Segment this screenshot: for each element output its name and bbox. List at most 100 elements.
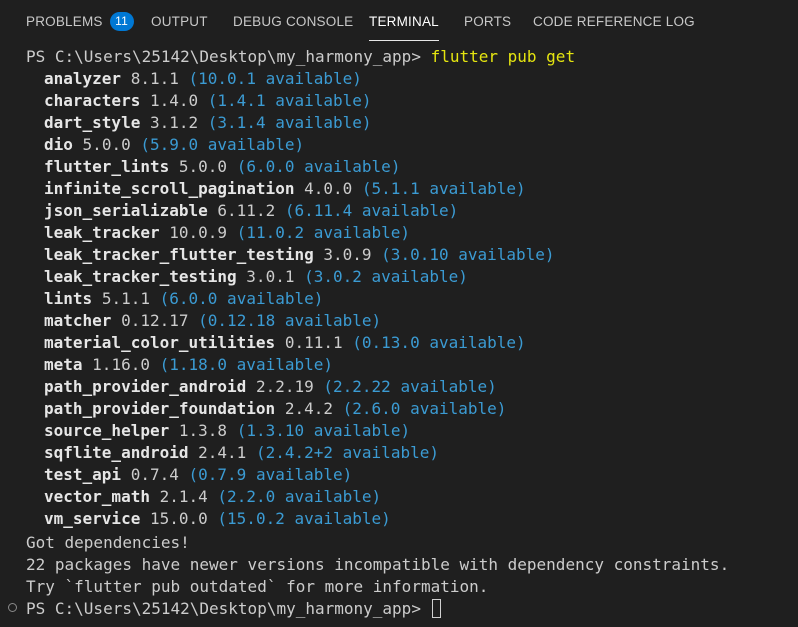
package-row: test_api 0.7.4 (0.7.9 available) [44,464,352,486]
package-name: leak_tracker_testing [44,267,237,286]
package-available: (0.13.0 available) [352,333,526,352]
package-name: meta [44,355,83,374]
package-available: (5.9.0 available) [140,135,305,154]
package-available: (1.18.0 available) [159,355,333,374]
package-row: infinite_scroll_pagination 4.0.0 (5.1.1 … [44,178,526,200]
package-name: analyzer [44,69,122,88]
package-available: (15.0.2 available) [217,509,391,528]
tab-output-label: OUTPUT [151,14,208,29]
package-name: flutter_lints [44,157,170,176]
package-name: vm_service [44,509,141,528]
final-prompt-line: PS C:\Users\25142\Desktop\my_harmony_app… [26,598,441,620]
package-row: characters 1.4.0 (1.4.1 available) [44,90,372,112]
package-available: (5.1.1 available) [361,179,526,198]
package-available: (10.0.1 available) [188,69,362,88]
package-version: 1.3.8 [178,421,228,440]
package-available: (1.3.10 available) [236,421,411,440]
package-row: path_provider_android 2.2.19 (2.2.22 ava… [44,376,497,398]
tab-problems[interactable]: PROBLEMS 11 [26,0,134,44]
package-row: sqflite_android 2.4.1 (2.4.2+2 available… [44,442,439,464]
tab-output[interactable]: OUTPUT [151,0,208,44]
tab-code-reference-log[interactable]: CODE REFERENCE LOG [533,0,695,44]
package-version: 2.4.1 [198,443,247,462]
tab-ports[interactable]: PORTS [464,0,511,44]
package-row: analyzer 8.1.1 (10.0.1 available) [44,68,362,90]
summary-line: 22 packages have newer versions incompat… [26,555,730,574]
command-line: PS C:\Users\25142\Desktop\my_harmony_app… [26,46,575,68]
package-version: 5.0.0 [82,135,131,154]
tab-debug-console[interactable]: DEBUG CONSOLE [233,0,353,44]
terminal-cursor-icon [431,599,441,618]
package-version: 8.1.1 [130,69,179,88]
package-row: dio 5.0.0 (5.9.0 available) [44,134,304,156]
package-row: leak_tracker_flutter_testing 3.0.9 (3.0.… [44,244,555,266]
terminal-output[interactable]: PS C:\Users\25142\Desktop\my_harmony_app… [0,44,798,627]
tab-terminal[interactable]: TERMINAL [369,0,439,44]
package-row: vector_math 2.1.4 (2.2.0 available) [44,486,381,508]
package-name: path_provider_foundation [44,399,276,418]
package-row: path_provider_foundation 2.4.2 (2.6.0 av… [44,398,506,420]
package-row: leak_tracker_testing 3.0.1 (3.0.2 availa… [44,266,468,288]
package-version: 1.16.0 [92,355,150,374]
package-name: characters [44,91,141,110]
package-row: flutter_lints 5.0.0 (6.0.0 available) [44,156,400,178]
package-available: (3.0.2 available) [304,267,468,286]
package-version: 1.4.0 [149,91,199,110]
package-row: leak_tracker 10.0.9 (11.0.2 available) [44,222,410,244]
package-version: 4.0.0 [304,179,353,198]
package-version: 2.4.2 [284,399,333,418]
package-row: json_serializable 6.11.2 (6.11.4 availab… [44,200,458,222]
package-name: source_helper [44,421,170,440]
summary-line: Try `flutter pub outdated` for more info… [26,577,489,596]
panel-tab-bar: PROBLEMS 11 OUTPUT DEBUG CONSOLE TERMINA… [0,0,798,44]
package-name: dart_style [44,113,141,132]
package-name: leak_tracker [44,223,160,242]
package-version: 2.2.19 [255,377,314,396]
package-name: material_color_utilities [44,333,276,352]
package-row: lints 5.1.1 (6.0.0 available) [44,288,323,310]
package-name: json_serializable [44,201,208,220]
package-name: path_provider_android [44,377,247,396]
command-status-circle-icon[interactable] [8,603,17,612]
package-name: test_api [44,465,122,484]
tab-code-reference-log-label: CODE REFERENCE LOG [533,14,695,29]
package-version: 0.7.4 [130,465,179,484]
package-row: material_color_utilities 0.11.1 (0.13.0 … [44,332,526,354]
package-available: (2.6.0 available) [342,399,507,418]
package-available: (2.2.22 available) [323,377,497,396]
package-row: vm_service 15.0.0 (15.0.2 available) [44,508,391,530]
package-version: 5.1.1 [101,289,150,308]
package-version: 3.0.1 [246,267,295,286]
summary-line: Got dependencies! [26,533,190,552]
package-version: 2.1.4 [159,487,208,506]
tab-terminal-label: TERMINAL [369,14,439,29]
package-row: dart_style 3.1.2 (3.1.4 available) [44,112,372,134]
package-available: (0.12.18 available) [198,311,382,330]
prompt-text: PS C:\Users\25142\Desktop\my_harmony_app… [26,599,431,618]
package-version: 3.0.9 [323,245,372,264]
problems-count-badge: 11 [109,12,134,31]
command-text: flutter pub get [430,47,576,66]
package-available: (2.2.0 available) [217,487,382,506]
package-name: sqflite_android [44,443,189,462]
package-row: matcher 0.12.17 (0.12.18 available) [44,310,381,332]
tab-debug-console-label: DEBUG CONSOLE [233,14,354,29]
package-version: 10.0.9 [169,223,228,242]
package-available: (1.4.1 available) [207,91,372,110]
package-row: meta 1.16.0 (1.18.0 available) [44,354,333,376]
tab-problems-label: PROBLEMS [26,14,103,29]
package-version: 0.12.17 [121,311,189,330]
package-available: (2.4.2+2 available) [255,443,439,462]
package-row: source_helper 1.3.8 (1.3.10 available) [44,420,410,442]
package-version: 5.0.0 [178,157,228,176]
package-available: (3.0.10 available) [381,245,555,264]
package-available: (0.7.9 available) [188,465,353,484]
prompt-text: PS C:\Users\25142\Desktop\my_harmony_app… [26,47,431,66]
package-name: matcher [44,311,112,330]
package-name: dio [44,135,73,154]
package-available: (11.0.2 available) [236,223,411,242]
package-version: 3.1.2 [149,113,199,132]
package-name: vector_math [44,487,150,506]
package-available: (6.11.4 available) [284,201,459,220]
package-name: leak_tracker_flutter_testing [44,245,314,264]
